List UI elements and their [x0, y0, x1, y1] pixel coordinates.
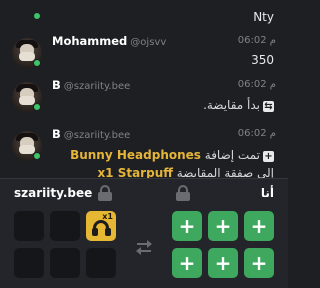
swap-icon: ⇆ [263, 101, 274, 112]
sender-handle: @szariity.bee [63, 81, 131, 92]
lock-icon[interactable] [98, 185, 112, 201]
message-time: 06:02 م [237, 128, 276, 139]
partner-slot[interactable] [14, 211, 44, 241]
online-indicator [33, 12, 41, 20]
partner-slot[interactable] [86, 248, 116, 278]
item-name: Bunny Headphones [70, 148, 201, 162]
trade-partner-name: szariity.bee [14, 186, 93, 200]
partner-slot[interactable] [14, 248, 44, 278]
lock-icon[interactable] [176, 185, 190, 201]
add-item-button[interactable]: + [172, 248, 202, 278]
plus-box-icon: + [263, 151, 274, 162]
message-text: 350 [251, 53, 274, 67]
sender-name[interactable]: B @szariity.bee [52, 127, 130, 141]
add-item-button[interactable]: + [244, 248, 274, 278]
chat-panel: Nty Mohammed @ojsvv 06:02 م 350 B @szariit… [0, 0, 288, 180]
partner-slot[interactable] [50, 211, 80, 241]
add-item-button[interactable]: + [208, 211, 238, 241]
system-message: ⇆بدأ مقايضة. [203, 98, 274, 112]
message-time: 06:02 م [237, 35, 276, 46]
add-item-button[interactable]: + [244, 211, 274, 241]
sender-handle: @ojsvv [130, 37, 167, 48]
partner-item-slot[interactable]: x1 [86, 211, 116, 241]
online-indicator [33, 59, 41, 67]
sender-name[interactable]: Mohammed @ojsvv [52, 34, 166, 48]
system-message: +تمت إضافة Bunny Headphones [70, 148, 274, 162]
message-time: 06:02 م [237, 79, 276, 90]
my-name: أنا [260, 186, 274, 200]
online-indicator [33, 152, 41, 160]
add-item-button[interactable]: + [172, 211, 202, 241]
sender-handle: @szariity.bee [63, 130, 131, 141]
swap-arrows-icon [135, 240, 153, 256]
message-text: Nty [253, 10, 274, 24]
partner-slot[interactable] [50, 248, 80, 278]
online-indicator [33, 103, 41, 111]
add-item-button[interactable]: + [208, 248, 238, 278]
sender-name[interactable]: B @szariity.bee [52, 78, 130, 92]
